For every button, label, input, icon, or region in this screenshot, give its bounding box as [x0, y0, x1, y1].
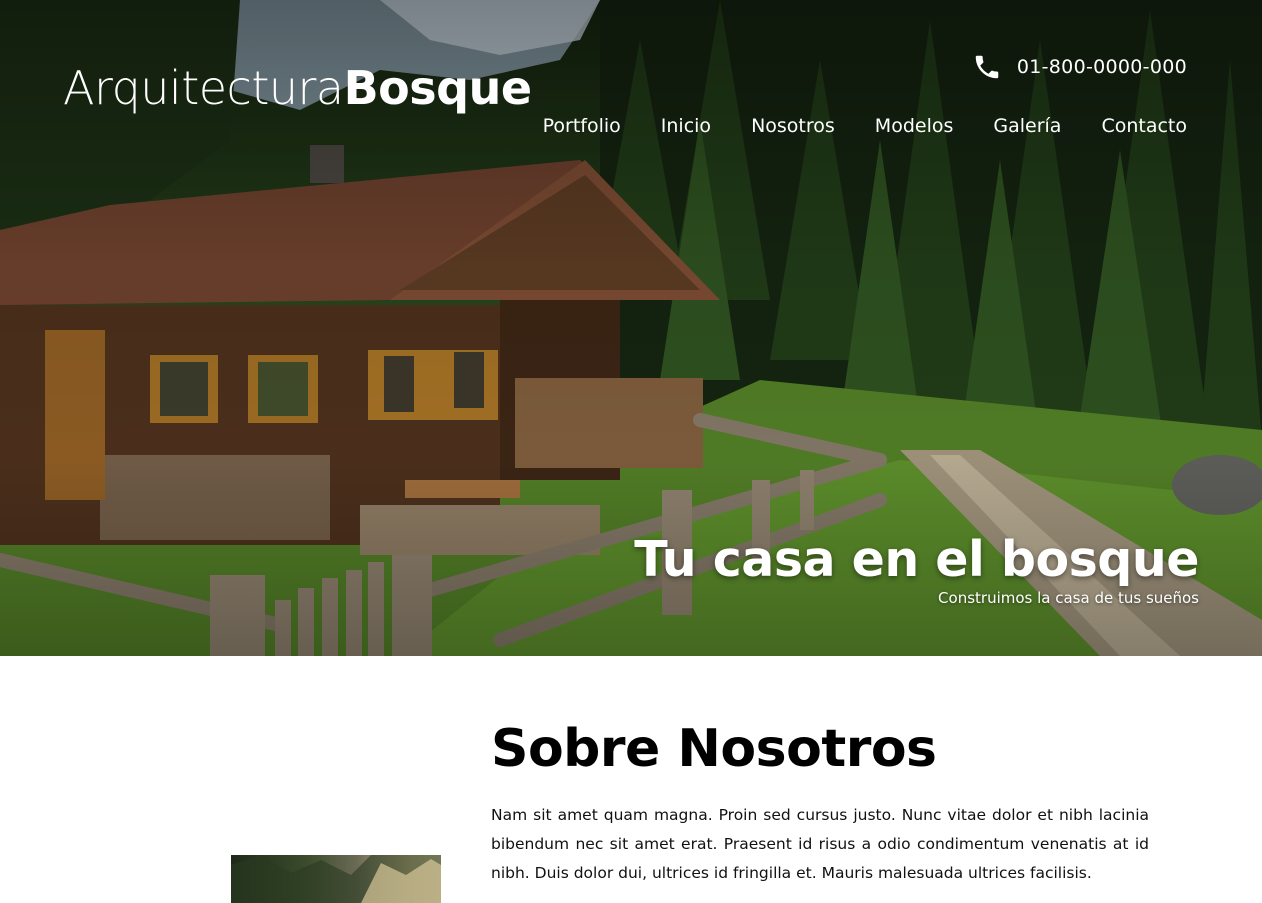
phone-contact[interactable]: 01-800-0000-000 [972, 52, 1187, 82]
logo-text-light: Arquitectura [63, 61, 344, 115]
about-title: Sobre Nosotros [491, 719, 937, 779]
nav-item-modelos[interactable]: Modelos [875, 112, 954, 140]
hero-title: Tu casa en el bosque [634, 531, 1199, 588]
hero-banner: ArquitecturaBosque 01-800-0000-000 Portf… [0, 0, 1262, 656]
nav-item-contacto[interactable]: Contacto [1101, 112, 1187, 140]
about-text: Nam sit amet quam magna. Proin sed cursu… [491, 806, 1149, 882]
logo-text-bold: Bosque [343, 61, 532, 115]
forest-photo [231, 855, 441, 903]
phone-number: 01-800-0000-000 [1016, 56, 1187, 78]
hero-subtitle: Construimos la casa de tus sueños [938, 589, 1199, 607]
nav-item-inicio[interactable]: Inicio [661, 112, 711, 140]
site-logo[interactable]: ArquitecturaBosque [63, 60, 532, 116]
nav-item-portfolio[interactable]: Portfolio [543, 112, 621, 140]
nav-item-galeria[interactable]: Galería [993, 112, 1061, 140]
main-nav: Portfolio Inicio Nosotros Modelos Galerí… [543, 112, 1187, 140]
forest-photo-graphic [231, 855, 441, 903]
nav-item-nosotros[interactable]: Nosotros [751, 112, 835, 140]
phone-icon [975, 55, 999, 79]
